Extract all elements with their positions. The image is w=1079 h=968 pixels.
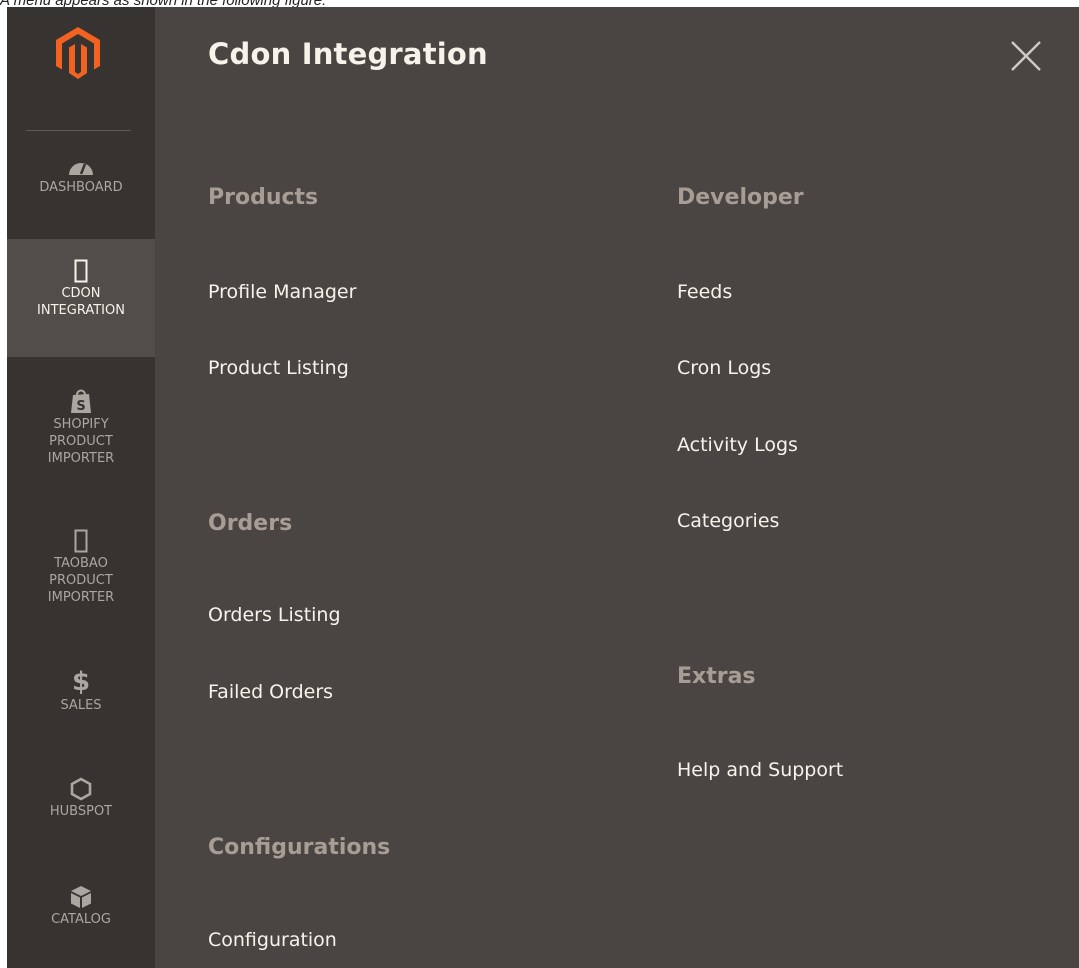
menu-link-activity-logs[interactable]: Activity Logs <box>677 434 798 456</box>
section-heading-extras: Extras <box>677 664 756 689</box>
svg-text:$: $ <box>72 667 90 695</box>
placeholder-box-icon <box>74 259 88 283</box>
sidebar-item-label: DASHBOARD <box>39 180 123 195</box>
cube-icon <box>71 886 91 908</box>
sidebar-item-label: CATALOG <box>51 912 111 927</box>
close-icon <box>1011 41 1041 71</box>
sidebar-item-label: CDON INTEGRATION <box>37 286 125 318</box>
hexagon-icon <box>70 777 92 801</box>
placeholder-box-icon <box>74 529 88 553</box>
menu-link-profile-manager[interactable]: Profile Manager <box>208 281 356 303</box>
menu-link-orders-listing[interactable]: Orders Listing <box>208 604 341 626</box>
sidebar-item-catalog[interactable]: CATALOG <box>7 885 155 945</box>
sidebar-item-shopify-product-importer[interactable]: S SHOPIFY PRODUCT IMPORTER <box>7 388 155 498</box>
sidebar-item-label: TAOBAO PRODUCT IMPORTER <box>47 556 115 605</box>
menu-link-failed-orders[interactable]: Failed Orders <box>208 681 333 703</box>
dollar-icon: $ <box>72 667 90 695</box>
sidebar-item-label: SHOPIFY PRODUCT IMPORTER <box>47 417 115 466</box>
logo-divider <box>26 130 131 131</box>
menu-link-configuration[interactable]: Configuration <box>208 929 337 951</box>
panel-title: Cdon Integration <box>208 37 488 71</box>
menu-link-cron-logs[interactable]: Cron Logs <box>677 357 771 379</box>
dashboard-gauge-icon <box>69 163 93 175</box>
sidebar-item-taobao-product-importer[interactable]: TAOBAO PRODUCT IMPORTER <box>7 529 155 639</box>
menu-link-help-and-support[interactable]: Help and Support <box>677 759 843 781</box>
menu-link-categories[interactable]: Categories <box>677 510 779 532</box>
svg-text:S: S <box>76 399 85 414</box>
sidebar-item-cdon-integration[interactable]: CDON INTEGRATION <box>7 239 155 357</box>
close-button[interactable] <box>1008 38 1044 74</box>
logo-area[interactable] <box>7 7 155 131</box>
section-heading-configurations: Configurations <box>208 835 391 860</box>
admin-menu-panel: DASHBOARD CDON INTEGRATION S SHOPIFY PRO… <box>7 7 1079 968</box>
admin-sidebar: DASHBOARD CDON INTEGRATION S SHOPIFY PRO… <box>7 7 155 968</box>
sidebar-item-sales[interactable]: $ SALES <box>7 667 155 727</box>
sidebar-item-label: HUBSPOT <box>49 804 113 819</box>
sidebar-item-dashboard[interactable]: DASHBOARD <box>7 157 155 239</box>
menu-link-feeds[interactable]: Feeds <box>677 281 732 303</box>
sidebar-item-label: SALES <box>60 698 102 713</box>
shopify-bag-icon: S <box>71 389 91 414</box>
magento-logo <box>56 27 100 79</box>
sidebar-item-hubspot[interactable]: HUBSPOT <box>7 777 155 837</box>
section-heading-orders: Orders <box>208 511 293 536</box>
menu-link-product-listing[interactable]: Product Listing <box>208 357 349 379</box>
section-heading-products: Products <box>208 185 319 210</box>
section-heading-developer: Developer <box>677 185 804 210</box>
